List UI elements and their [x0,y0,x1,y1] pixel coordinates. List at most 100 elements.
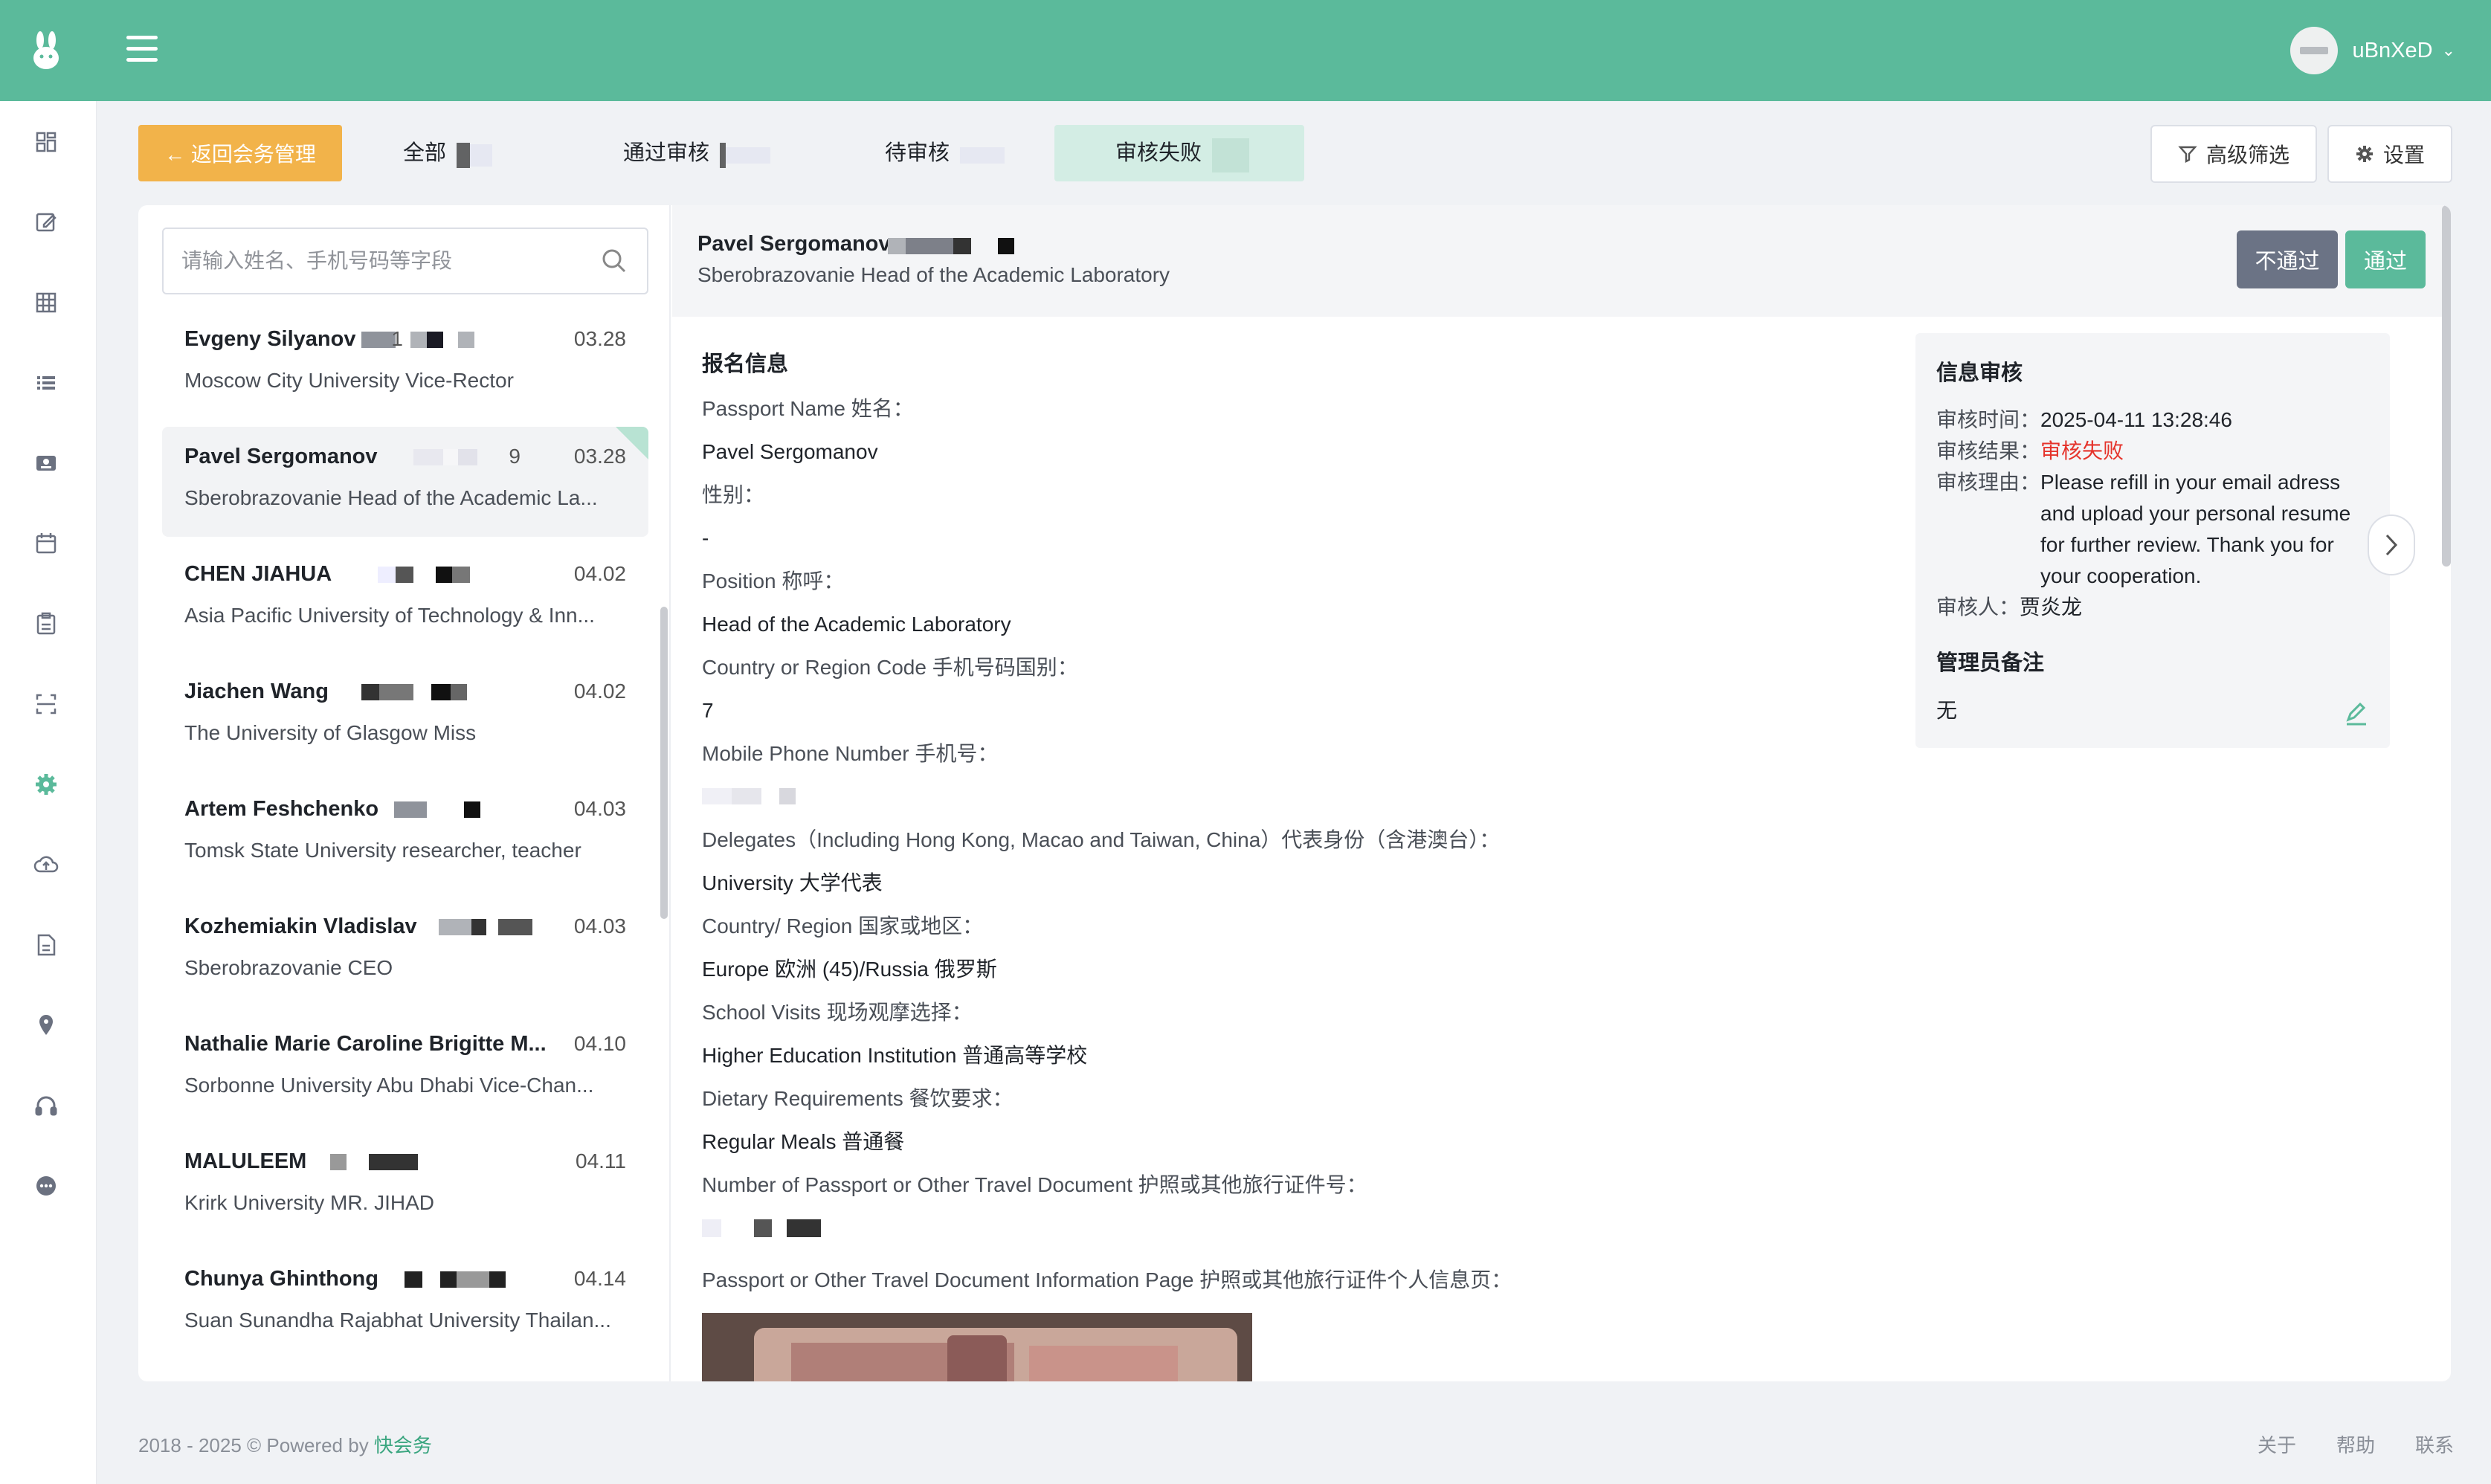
audit-info-box: 信息审核 审核时间： 2025-04-11 13:28:46 审核结果： 审核失… [1915,333,2390,748]
rabbit-logo-icon[interactable] [30,31,62,70]
list-icon[interactable] [32,369,60,397]
field-value: Pavel Sergomanov [702,440,878,463]
settings-button[interactable]: 设置 [2327,125,2452,183]
list-item-date: 04.10 [573,1032,626,1055]
list-item[interactable]: CHEN JIAHUA 04.02 Asia Pacific Universit… [162,544,648,654]
main-card: Evgeny Silyanov 1 03.28 Moscow City Univ… [138,205,2451,1381]
field-label: Delegates（Including Hong Kong, Macao and… [702,828,1501,851]
list-item-subtitle: Sberobrazovanie Head of the Academic La.… [184,486,598,509]
field-label: School Visits 现场观摩选择： [702,1001,973,1024]
search-input[interactable] [181,249,599,273]
applicant-list-panel: Evgeny Silyanov 1 03.28 Moscow City Univ… [138,205,671,1381]
advanced-filter-button[interactable]: 高级筛选 [2150,125,2317,183]
list-item-suffix: 1 [391,327,403,350]
tab-rejected[interactable]: 审核失败 [1054,125,1304,181]
headset-icon[interactable] [32,1091,60,1120]
tab-label: 待审核 [885,141,950,165]
tab-pending[interactable]: 待审核 [885,125,1034,181]
list-item[interactable]: Nathalie Marie Caroline Brigitte M... 04… [162,1014,648,1124]
footer-link-contact[interactable]: 联系 [2415,1430,2454,1458]
document-icon[interactable] [32,931,60,959]
detail-subtitle: Sberobrazovanie Head of the Academic Lab… [697,263,1170,286]
search-icon[interactable] [599,246,629,276]
audit-result-value: 审核失败 [2040,439,2124,462]
tab-label: 审核失败 [1115,141,1202,165]
user-name: uBnXeD [2352,38,2433,62]
redacted-phone [361,332,474,348]
auditor-value: 贾炎龙 [2020,596,2083,619]
footer-link-help[interactable]: 帮助 [2336,1430,2375,1458]
tab-all[interactable]: 全部 [403,125,515,181]
list-item-name: Chunya Ghinthong [184,1267,378,1291]
list-item-date: 04.14 [573,1267,626,1290]
more-icon[interactable] [32,1172,60,1200]
list-item[interactable]: Jiachen Wang 04.02 The University of Gla… [162,662,648,772]
gear-icon[interactable] [32,770,60,799]
id-card-icon[interactable] [32,449,60,477]
auditor-key: 审核人： [1936,596,2020,619]
cloud-upload-icon[interactable] [32,851,60,879]
audit-reason-value: Please refill in your email adress and u… [2040,471,2351,587]
audit-time-row: 审核时间： 2025-04-11 13:28:46 [1936,404,2369,436]
list-item[interactable]: Artem Feshchenko 04.03 Tomsk State Unive… [162,779,648,889]
audit-reason-row: 审核理由： Please refill in your email adress… [1936,467,2369,592]
list-item[interactable]: Kozhemiakin Vladislav 04.03 Sberobrazova… [162,897,648,1007]
list-item-subtitle: Moscow City University Vice-Rector [184,369,514,392]
search-box[interactable] [162,228,648,294]
approve-button[interactable]: 通过 [2345,230,2426,288]
list-item[interactable]: MALULEEM 04.11 Krirk University MR. JIHA… [162,1132,648,1242]
redacted-phone [361,684,467,700]
collapse-panel-button[interactable] [2368,514,2415,575]
list-item-name: Pavel Sergomanov [184,445,378,468]
brand-link[interactable]: 快会务 [374,1434,432,1456]
chevron-right-icon [2385,534,2398,556]
calendar-icon[interactable] [32,529,60,558]
scan-icon[interactable] [32,690,60,718]
list-item-date: 03.28 [573,445,626,468]
redacted-phone [439,919,532,935]
list-item-date: 04.03 [573,797,626,820]
tab-approved[interactable]: 通过审核 [623,125,794,181]
redacted-phone [405,1271,506,1288]
list-item[interactable]: Chunya Ghinthong 04.14 Suan Sunandha Raj… [162,1249,648,1359]
filter-icon [2178,146,2197,163]
audit-result-key: 审核结果： [1936,439,2041,462]
sidebar [0,101,97,1484]
redacted-phone [330,1154,418,1170]
chevron-down-icon: ⌄ [2441,41,2455,59]
field-label: Country or Region Code 手机号码国别： [702,656,1078,679]
list-scrollbar[interactable] [660,607,668,919]
menu-toggle-icon[interactable] [126,36,158,62]
clipboard-icon[interactable] [32,610,60,638]
list-item[interactable]: Evgeny Silyanov 1 03.28 Moscow City Univ… [162,309,648,419]
footer-links: 关于 帮助 联系 [2258,1430,2454,1458]
list-item[interactable]: Pavel Sergomanov 9 03.28 Sberobrazovanie… [162,427,648,537]
footer-link-about[interactable]: 关于 [2258,1430,2296,1458]
field-value: Higher Education Institution 普通高等学校 [702,1044,1088,1067]
edit-icon[interactable] [32,208,60,236]
list-item-date: 03.28 [573,327,626,350]
tab-label: 全部 [403,141,447,165]
redacted-phone [413,449,477,465]
dashboard-icon[interactable] [32,128,60,156]
reject-button[interactable]: 不通过 [2237,230,2338,288]
user-menu[interactable]: uBnXeD ⌄ [2289,25,2455,76]
grid-icon[interactable] [32,288,60,317]
detail-scrollbar[interactable] [2442,205,2451,567]
location-pin-icon[interactable] [32,1011,60,1039]
edit-note-icon[interactable] [2342,700,2369,727]
field-label: Passport Name 姓名： [702,397,914,420]
field-value-redacted [702,782,1817,825]
audit-title: 信息审核 [1936,361,2023,385]
tab-count [720,126,771,182]
passport-image[interactable] [702,1313,1252,1381]
section-title: 报名信息 [702,352,789,376]
field-label: 性别： [702,483,765,506]
back-to-event-management-button[interactable]: ← 返回会务管理 [138,125,342,181]
list-item-date: 04.03 [573,914,626,938]
list-item-subtitle: Tomsk State University researcher, teach… [184,839,581,862]
redacted-phone [394,801,480,818]
tab-count [1212,126,1250,182]
field-label: Country/ Region 国家或地区： [702,914,984,938]
field-value: Regular Meals 普通餐 [702,1130,905,1153]
